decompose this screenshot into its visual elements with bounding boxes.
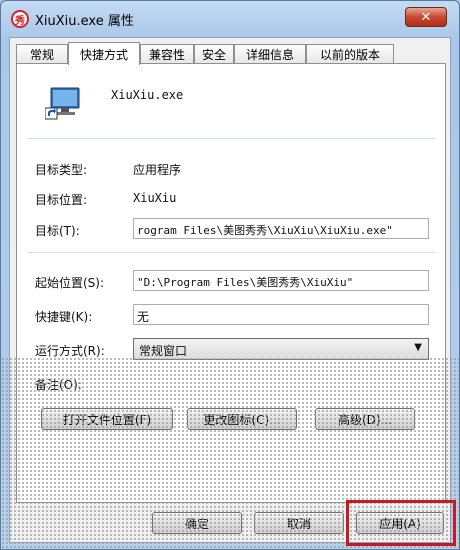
target-location-label: 目标位置: [35,193,88,207]
window-title: XiuXiu.exe 属性 [35,14,134,29]
ok-button[interactable]: 确定 [152,512,242,534]
target-label: 目标(T): [35,224,80,238]
start-in-field[interactable]: "D:\Program Files\美图秀秀\XiuXiu" [133,270,429,291]
run-mode-select[interactable]: 常规窗口 ▼ [133,338,429,360]
run-mode-value: 常规窗口 [139,344,188,358]
tab-compatibility[interactable]: 兼容性 [140,44,194,64]
start-in-label: 起始位置(S): [35,276,105,290]
close-button[interactable]: ✕ [405,7,447,27]
close-icon: ✕ [420,9,432,25]
file-name: XiuXiu.exe [111,88,184,102]
comment-label: 备注(O): [35,378,82,392]
separator [27,252,435,253]
cancel-button[interactable]: 取消 [254,512,344,534]
xiuxiu-app-icon: 秀 [11,10,29,28]
shortcut-key-label: 快捷键(K): [35,310,93,324]
tab-details[interactable]: 详细信息 [234,44,306,64]
tab-strip: 常规 快捷方式 兼容性 安全 详细信息 以前的版本 [16,42,446,65]
tab-shortcut[interactable]: 快捷方式 [68,42,140,65]
target-field[interactable]: rogram Files\美图秀秀\XiuXiu\XiuXiu.exe" [133,218,429,239]
separator [27,138,435,139]
run-label: 运行方式(R): [35,344,105,358]
title-bar[interactable]: 秀 XiuXiu.exe 属性 ✕ [1,1,459,37]
chevron-down-icon: ▼ [414,342,422,353]
shortcut-key-field[interactable]: 无 [133,304,429,325]
target-type-value: 应用程序 [133,163,182,177]
tab-security[interactable]: 安全 [194,44,234,64]
target-location-value: XiuXiu [133,191,177,205]
apply-button[interactable]: 应用(A) [356,512,444,534]
change-icon-button[interactable]: 更改图标(C)... [187,408,297,430]
properties-window: 秀 XiuXiu.exe 属性 ✕ 常规 快捷方式 兼容性 安全 详细信息 以前… [0,0,460,550]
tab-previous-versions[interactable]: 以前的版本 [306,44,394,64]
shortcut-tab-page: XiuXiu.exe 目标类型: 应用程序 目标位置: XiuXiu 目标(T)… [16,63,446,503]
open-file-location-button[interactable]: 打开文件位置(F) [41,408,173,430]
tab-general[interactable]: 常规 [16,44,68,64]
target-type-label: 目标类型: [35,163,88,177]
computer-shortcut-icon [45,87,80,120]
advanced-button[interactable]: 高级(D)... [315,408,415,430]
dialog-client-area: 常规 快捷方式 兼容性 安全 详细信息 以前的版本 XiuXiu.exe 目标类… [9,37,451,543]
